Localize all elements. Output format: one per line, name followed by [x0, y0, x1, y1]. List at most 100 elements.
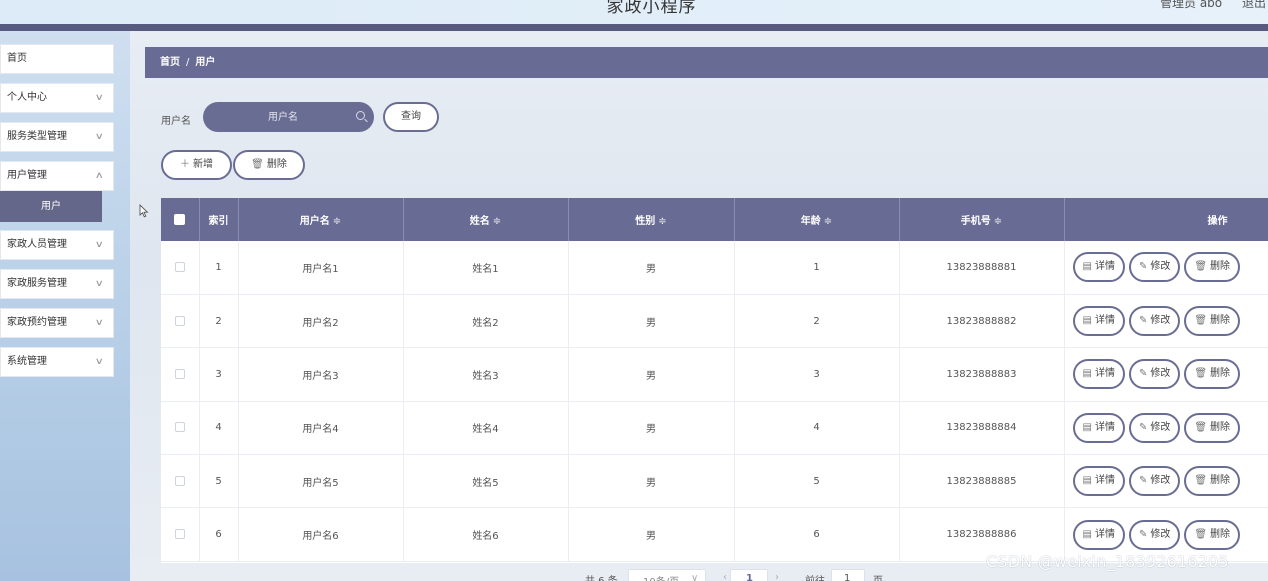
cell-phone: 13823888883: [899, 347, 1065, 402]
detail-label: 详情: [1094, 315, 1115, 327]
detail-button[interactable]: ▤ 详情: [1072, 252, 1125, 283]
query-button[interactable]: 查询: [383, 102, 439, 132]
row-select-cell: [161, 241, 200, 295]
edit-button[interactable]: ✎ 修改: [1128, 306, 1181, 337]
sidebar-item-service-management[interactable]: 家政服务管理 ∨: [0, 269, 114, 299]
prev-page-button[interactable]: ‹: [723, 572, 727, 581]
document-icon: ▤: [1082, 421, 1092, 433]
cell-gender: 男: [568, 454, 735, 509]
select-all-cell: [161, 198, 200, 241]
cell-gender: 男: [568, 507, 735, 562]
logout-link[interactable]: 退出: [1242, 0, 1266, 11]
cell-index: 5: [199, 454, 239, 509]
breadcrumb-home[interactable]: 首页: [160, 57, 180, 68]
sidebar-item-service-type[interactable]: 服务类型管理 ∨: [0, 122, 114, 152]
detail-button[interactable]: ▤ 详情: [1072, 466, 1125, 497]
row-select-cell: [161, 507, 200, 562]
detail-button[interactable]: ▤ 详情: [1072, 359, 1125, 390]
trash-icon: 🗑: [1194, 261, 1208, 273]
cell-index: 3: [199, 347, 239, 402]
edit-button[interactable]: ✎ 修改: [1128, 519, 1181, 550]
row-select-cell: [161, 454, 200, 509]
username-search-input[interactable]: [203, 102, 353, 132]
column-header-label: 年龄: [800, 216, 821, 227]
sidebar-subitem-user[interactable]: 用户: [0, 191, 102, 222]
edit-button[interactable]: ✎ 修改: [1128, 412, 1181, 443]
row-checkbox[interactable]: [174, 261, 185, 272]
trash-icon: 🗑: [1194, 528, 1208, 540]
detail-button[interactable]: ▤ 详情: [1072, 412, 1125, 443]
delete-button[interactable]: 🗑 删除: [1184, 466, 1241, 497]
table-row: 1 用户名1 姓名1 男 1 13823888881 ▤ 详情 ✎ 修改 🗑 删除: [161, 241, 1268, 295]
trash-icon: 🗑: [1194, 475, 1208, 487]
document-icon: ▤: [1082, 475, 1092, 487]
cell-name: 姓名3: [403, 347, 569, 402]
delete-button[interactable]: 🗑 删除: [1184, 359, 1241, 390]
sidebar-item-user-management[interactable]: 用户管理 ∧: [0, 161, 114, 191]
sidebar-item-personal-center[interactable]: 个人中心 ∨: [0, 83, 114, 113]
edit-label: 修改: [1150, 421, 1171, 433]
row-checkbox[interactable]: [174, 315, 185, 326]
pencil-icon: ✎: [1138, 528, 1148, 540]
row-select-cell: [161, 294, 200, 349]
cell-age: 4: [734, 401, 900, 456]
delete-button[interactable]: 🗑 删除: [1184, 306, 1241, 337]
row-checkbox[interactable]: [174, 368, 185, 379]
sort-icon: ≑: [823, 216, 833, 227]
page-size-select[interactable]: 10条/页 ∨: [628, 569, 706, 581]
chevron-down-icon: ∨: [95, 318, 105, 328]
cell-name: 姓名5: [403, 454, 569, 509]
select-all-checkbox[interactable]: [174, 213, 186, 225]
edit-button[interactable]: ✎ 修改: [1128, 359, 1181, 390]
sidebar-item-staff-management[interactable]: 家政人员管理 ∨: [0, 230, 114, 260]
edit-button[interactable]: ✎ 修改: [1128, 466, 1181, 497]
sidebar-item-booking-management[interactable]: 家政预约管理 ∨: [0, 308, 114, 338]
delete-button[interactable]: 🗑 删除: [1184, 412, 1241, 443]
cell-name: 姓名4: [403, 401, 569, 456]
chevron-down-icon: ∨: [95, 132, 105, 142]
column-header-phone[interactable]: 手机号 ≑: [899, 198, 1065, 241]
cell-index: 6: [199, 507, 239, 562]
chevron-down-icon: ∨: [95, 93, 105, 103]
sidebar-item-label: 服务类型管理: [7, 131, 67, 142]
sidebar-item-system-management[interactable]: 系统管理 ∨: [0, 347, 114, 377]
sort-icon: ≑: [993, 216, 1003, 227]
plus-icon: ＋: [180, 159, 190, 170]
delete-button[interactable]: 🗑 删除: [1184, 252, 1241, 283]
cell-username: 用户名5: [238, 454, 404, 509]
sidebar: 首页 个人中心 ∨ 服务类型管理 ∨ 用户管理 ∧ 用户 家政人员管理 ∨ 家政…: [0, 31, 130, 581]
column-header-username[interactable]: 用户名 ≑: [238, 198, 404, 241]
batch-delete-label: 删除: [266, 159, 287, 170]
batch-delete-button[interactable]: 🗑 删除: [233, 150, 305, 180]
pagination-total: 共 6 条: [585, 572, 618, 581]
edit-button[interactable]: ✎ 修改: [1128, 252, 1181, 283]
row-checkbox[interactable]: [174, 529, 185, 540]
row-checkbox[interactable]: [174, 475, 185, 486]
column-header-gender[interactable]: 性别 ≑: [568, 198, 735, 241]
detail-button[interactable]: ▤ 详情: [1072, 306, 1125, 337]
current-page[interactable]: 1: [730, 569, 768, 581]
next-page-button[interactable]: ›: [775, 572, 779, 581]
sidebar-item-label: 家政预约管理: [7, 317, 67, 328]
cell-actions: ▤ 详情 ✎ 修改 🗑 删除: [1064, 454, 1268, 509]
goto-page-input[interactable]: 1: [831, 569, 865, 581]
pencil-icon: ✎: [1138, 475, 1148, 487]
sidebar-item-label: 用户管理: [7, 170, 47, 181]
table-row: 5 用户名5 姓名5 男 5 13823888885 ▤ 详情 ✎ 修改 🗑 删除: [161, 454, 1268, 509]
row-checkbox[interactable]: [174, 422, 185, 433]
top-header: 家政小程序 管理员 abo 退出: [0, 0, 1268, 24]
cell-actions: ▤ 详情 ✎ 修改 🗑 删除: [1064, 401, 1268, 456]
trash-icon: 🗑: [1194, 368, 1208, 380]
sidebar-item-home[interactable]: 首页: [0, 44, 114, 74]
goto-page-value: 1: [844, 573, 851, 581]
add-button[interactable]: ＋新增: [161, 150, 232, 180]
detail-label: 详情: [1094, 475, 1115, 487]
chevron-down-icon: ∨: [95, 357, 105, 367]
column-header-actions: 操作: [1064, 198, 1268, 241]
cell-gender: 男: [568, 294, 735, 349]
column-header-name[interactable]: 姓名 ≑: [403, 198, 569, 241]
detail-button[interactable]: ▤ 详情: [1072, 519, 1125, 550]
delete-button[interactable]: 🗑 删除: [1184, 519, 1241, 550]
column-header-age[interactable]: 年龄 ≑: [734, 198, 900, 241]
column-header-label: 性别: [635, 216, 656, 227]
